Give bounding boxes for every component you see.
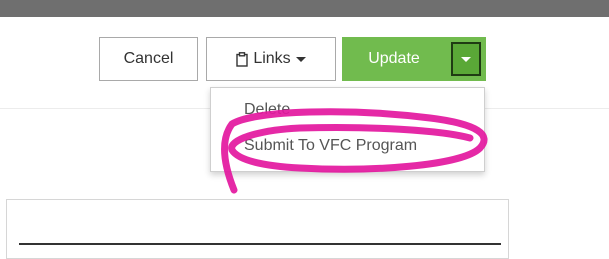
menu-item-submit-to-vfc-program[interactable]: Submit To VFC Program bbox=[244, 137, 417, 155]
update-options-menu: Delete Submit To VFC Program bbox=[210, 87, 485, 172]
content-panel bbox=[6, 199, 509, 259]
links-button-label: Links bbox=[253, 50, 291, 67]
update-button[interactable]: Update bbox=[342, 37, 446, 81]
update-options-toggle[interactable] bbox=[446, 37, 486, 81]
chevron-down-icon bbox=[461, 56, 471, 62]
top-bar bbox=[0, 0, 609, 17]
cancel-button-label: Cancel bbox=[123, 50, 174, 67]
clipboard-icon bbox=[236, 51, 249, 67]
cancel-button[interactable]: Cancel bbox=[99, 37, 198, 81]
menu-item-delete[interactable]: Delete bbox=[244, 101, 290, 119]
update-button-label: Update bbox=[368, 50, 420, 67]
chevron-down-icon bbox=[295, 56, 306, 62]
links-dropdown-button[interactable]: Links bbox=[206, 37, 336, 81]
update-options-toggle-inner bbox=[451, 42, 481, 76]
